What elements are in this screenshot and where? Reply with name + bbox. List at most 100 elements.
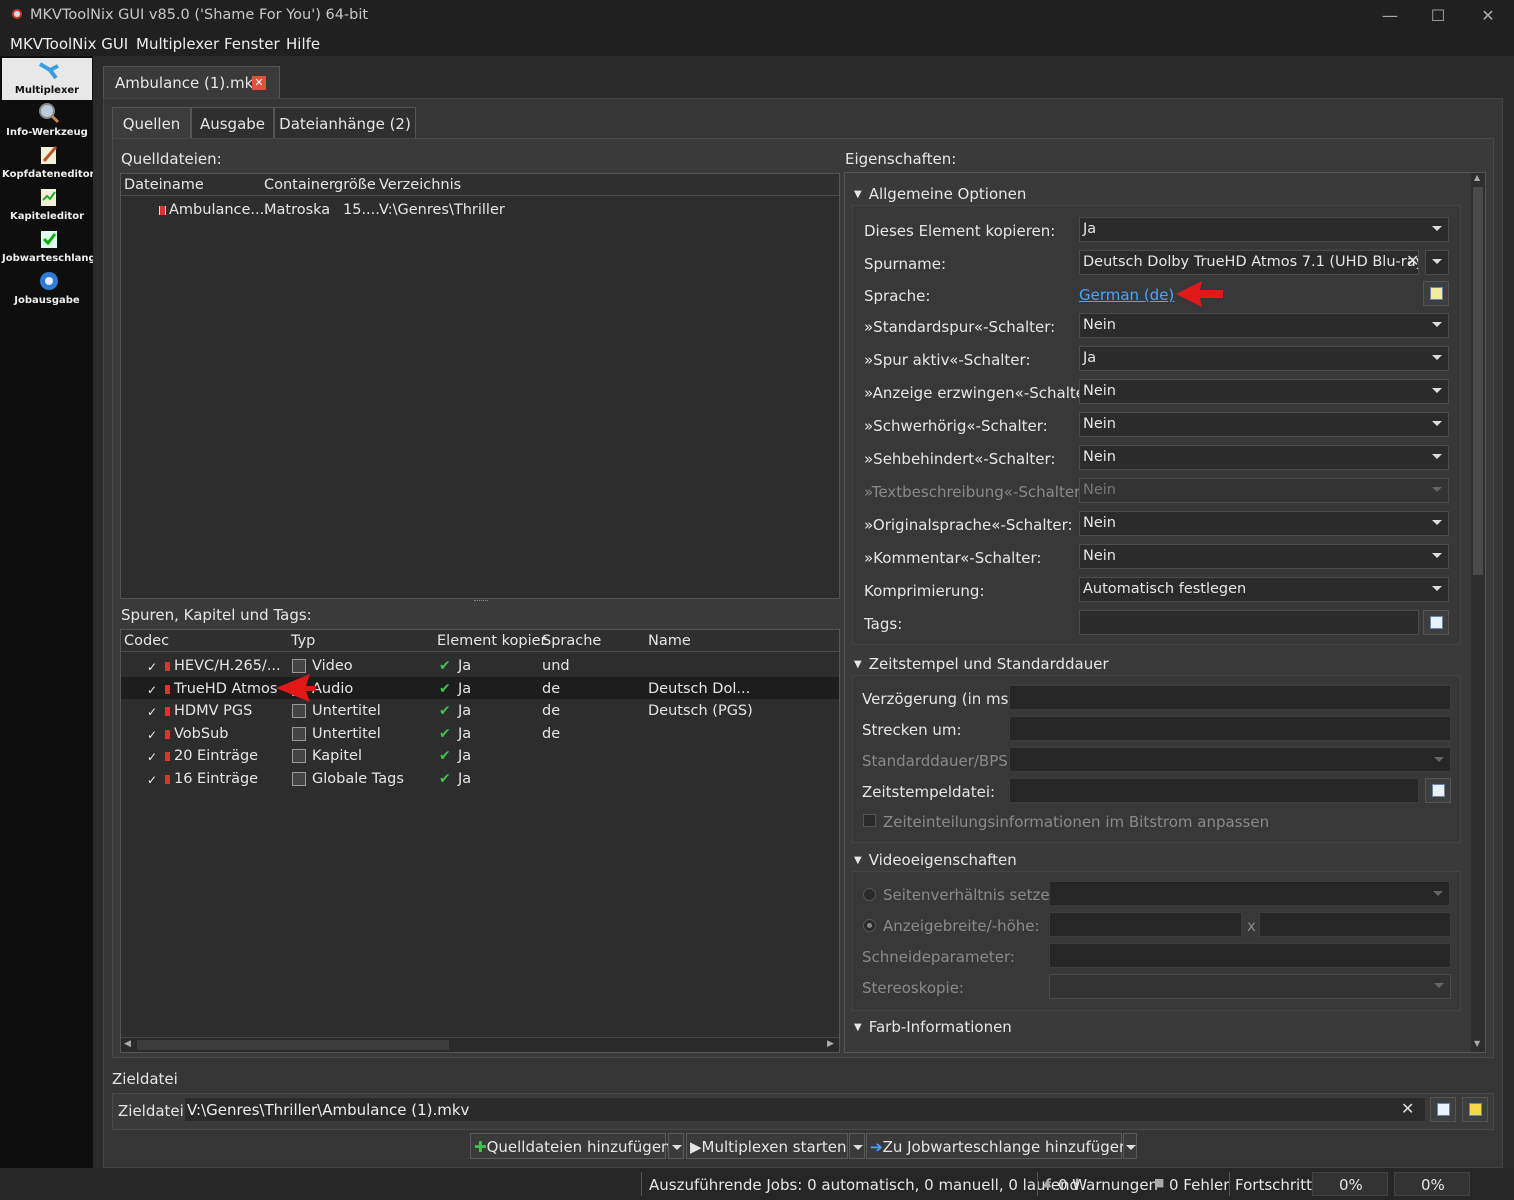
track-checkbox[interactable]: ✓ [147, 684, 159, 696]
col-name[interactable]: Name [648, 633, 691, 649]
track-name: Deutsch Dol... [648, 680, 751, 697]
close-tab-icon[interactable]: ✕ [252, 76, 266, 90]
general-option-combo[interactable]: Ja [1079, 346, 1449, 371]
aspect-ratio-radio[interactable] [863, 888, 876, 901]
crop-input[interactable] [1049, 943, 1451, 968]
scroll-down-icon[interactable]: ▼ [1474, 1039, 1480, 1048]
sidebar-item-job-output[interactable]: Jobausgabe [2, 268, 92, 310]
general-option-combo[interactable]: Nein [1079, 445, 1449, 470]
header-editor-icon [41, 146, 58, 164]
general-option-label: »Standardspur«-Schalter: [864, 318, 1056, 336]
tracks-list[interactable]: Codec Typ Element kopier Sprache Name ✓ H… [120, 629, 840, 1053]
track-type: Kapitel [312, 748, 363, 765]
vertical-scrollbar[interactable]: ▲ ▼ [1471, 173, 1485, 1052]
section-timestamps[interactable]: Zeitstempel und Standarddauer [854, 655, 1109, 673]
track-type: Untertitel [312, 703, 381, 720]
menu-mkvtoolnix[interactable]: MKVToolNix GUI [10, 35, 128, 53]
general-option-combo[interactable]: Nein [1079, 511, 1449, 536]
fix-bitstream-checkbox[interactable] [863, 814, 876, 827]
stretch-input[interactable] [1009, 716, 1451, 741]
scrollbar-thumb[interactable] [137, 1040, 449, 1050]
track-checkbox[interactable]: ✓ [147, 706, 159, 718]
col-codec[interactable]: Codec [124, 633, 169, 649]
clear-icon[interactable]: ✕ [1406, 251, 1419, 270]
scroll-up-icon[interactable]: ▲ [1474, 173, 1480, 182]
check-icon: ✔ [439, 658, 451, 674]
edit-language-button[interactable] [1423, 281, 1449, 306]
splitter-handle[interactable] [474, 600, 488, 602]
close-icon[interactable]: ✕ [1476, 4, 1500, 28]
scroll-right-icon[interactable]: ▶ [827, 1039, 834, 1049]
progress-total-value: 0% [1421, 1176, 1445, 1194]
tags-input[interactable] [1079, 610, 1419, 635]
track-checkbox[interactable]: ✓ [147, 751, 159, 763]
sidebar-item-chapter-editor[interactable]: Kapiteleditor [2, 184, 92, 226]
menu-fenster[interactable]: Fenster [224, 35, 280, 53]
add-sources-button[interactable]: ✚Quelldateien hinzufügen [470, 1133, 671, 1159]
stereo-combo[interactable] [1049, 974, 1451, 999]
source-files-list[interactable]: Dateiname Container größe Verzeichnis Am… [120, 173, 840, 599]
tab-dateianhaenge[interactable]: Dateianhänge (2) [274, 107, 416, 138]
sidebar-item-multiplexer[interactable]: Multiplexer [2, 58, 92, 100]
display-size-radio[interactable] [863, 919, 876, 932]
section-general-options[interactable]: Allgemeine Optionen [854, 185, 1027, 203]
start-dropdown[interactable] [849, 1133, 865, 1159]
track-name-dropdown[interactable] [1425, 250, 1449, 275]
general-option-combo[interactable]: Ja [1079, 217, 1449, 242]
document-tab[interactable]: Ambulance (1).mkv ✕ [103, 66, 280, 98]
tab-ausgabe[interactable]: Ausgabe [191, 107, 274, 138]
general-option-label: »Kommentar«-Schalter: [864, 549, 1042, 567]
output-browse-button[interactable] [1430, 1097, 1456, 1122]
col-sprache[interactable]: Sprache [542, 633, 601, 649]
display-width-input[interactable] [1049, 912, 1242, 937]
maximize-icon[interactable]: ☐ [1426, 4, 1450, 28]
add-sources-dropdown[interactable] [668, 1133, 684, 1159]
track-checkbox[interactable]: ✓ [147, 661, 159, 673]
section-video[interactable]: Videoeigenschaften [854, 851, 1017, 869]
vscroll-thumb[interactable] [1473, 187, 1483, 575]
tags-browse-button[interactable] [1423, 610, 1449, 635]
chevron-down-icon [1432, 259, 1442, 264]
tab-quellen[interactable]: Quellen [112, 107, 191, 138]
general-option-combo[interactable]: Nein [1079, 478, 1449, 503]
track-checkbox[interactable]: ✓ [147, 774, 159, 786]
section-color[interactable]: Farb-Informationen [854, 1018, 1012, 1036]
general-option-combo[interactable]: Nein [1079, 379, 1449, 404]
status-jobs: Auszuführende Jobs: 0 automatisch, 0 man… [649, 1176, 1080, 1194]
general-option-combo[interactable]: Nein [1079, 412, 1449, 437]
col-verzeichnis[interactable]: Verzeichnis [379, 177, 461, 193]
minimize-icon[interactable]: — [1378, 4, 1402, 28]
col-container[interactable]: Container [264, 177, 335, 193]
general-option-combo[interactable]: Nein [1079, 313, 1449, 338]
track-color-marker [165, 707, 170, 717]
display-height-input[interactable] [1259, 912, 1451, 937]
language-link[interactable]: German (de) [1079, 286, 1174, 304]
sidebar-item-job-queue[interactable]: Jobwarteschlange [2, 226, 102, 268]
output-new-button[interactable] [1462, 1097, 1488, 1122]
queue-dropdown[interactable] [1123, 1133, 1137, 1159]
start-multiplex-button[interactable]: ▶Multiplexen starten [686, 1133, 848, 1159]
clear-icon[interactable]: ✕ [1401, 1099, 1414, 1118]
menu-hilfe[interactable]: Hilfe [286, 35, 320, 53]
horizontal-scrollbar[interactable]: ◀ ▶ [121, 1037, 839, 1052]
general-option-combo[interactable]: Automatisch festlegen [1079, 577, 1449, 602]
output-file-input[interactable]: V:\Genres\Thriller\Ambulance (1).mkv ✕ [184, 1097, 1426, 1122]
col-typ[interactable]: Typ [291, 633, 315, 649]
scroll-left-icon[interactable]: ◀ [124, 1039, 131, 1049]
col-element-kopieren[interactable]: Element kopier [437, 633, 547, 649]
menu-multiplexer[interactable]: Multiplexer [136, 35, 219, 53]
col-dateiname[interactable]: Dateiname [124, 177, 204, 193]
col-groesse[interactable]: größe [334, 177, 376, 193]
timestamp-file-input[interactable] [1009, 778, 1419, 803]
delay-input[interactable] [1009, 685, 1451, 710]
timestamp-browse-button[interactable] [1425, 778, 1451, 803]
default-duration-combo[interactable] [1009, 747, 1451, 772]
sidebar-item-header-editor[interactable]: Kopfdateneditor [2, 142, 95, 184]
aspect-ratio-combo[interactable] [1049, 881, 1450, 906]
track-name-combo[interactable]: Deutsch Dolby TrueHD Atmos 7.1 (UHD Blu-… [1079, 250, 1419, 275]
sidebar-item-info[interactable]: Info-Werkzeug [2, 100, 92, 142]
general-option-combo[interactable]: Nein [1079, 544, 1449, 569]
add-to-queue-button[interactable]: ➔Zu Jobwarteschlange hinzufügen [866, 1133, 1129, 1159]
combo-value: Nein [1083, 482, 1116, 498]
track-checkbox[interactable]: ✓ [147, 729, 159, 741]
